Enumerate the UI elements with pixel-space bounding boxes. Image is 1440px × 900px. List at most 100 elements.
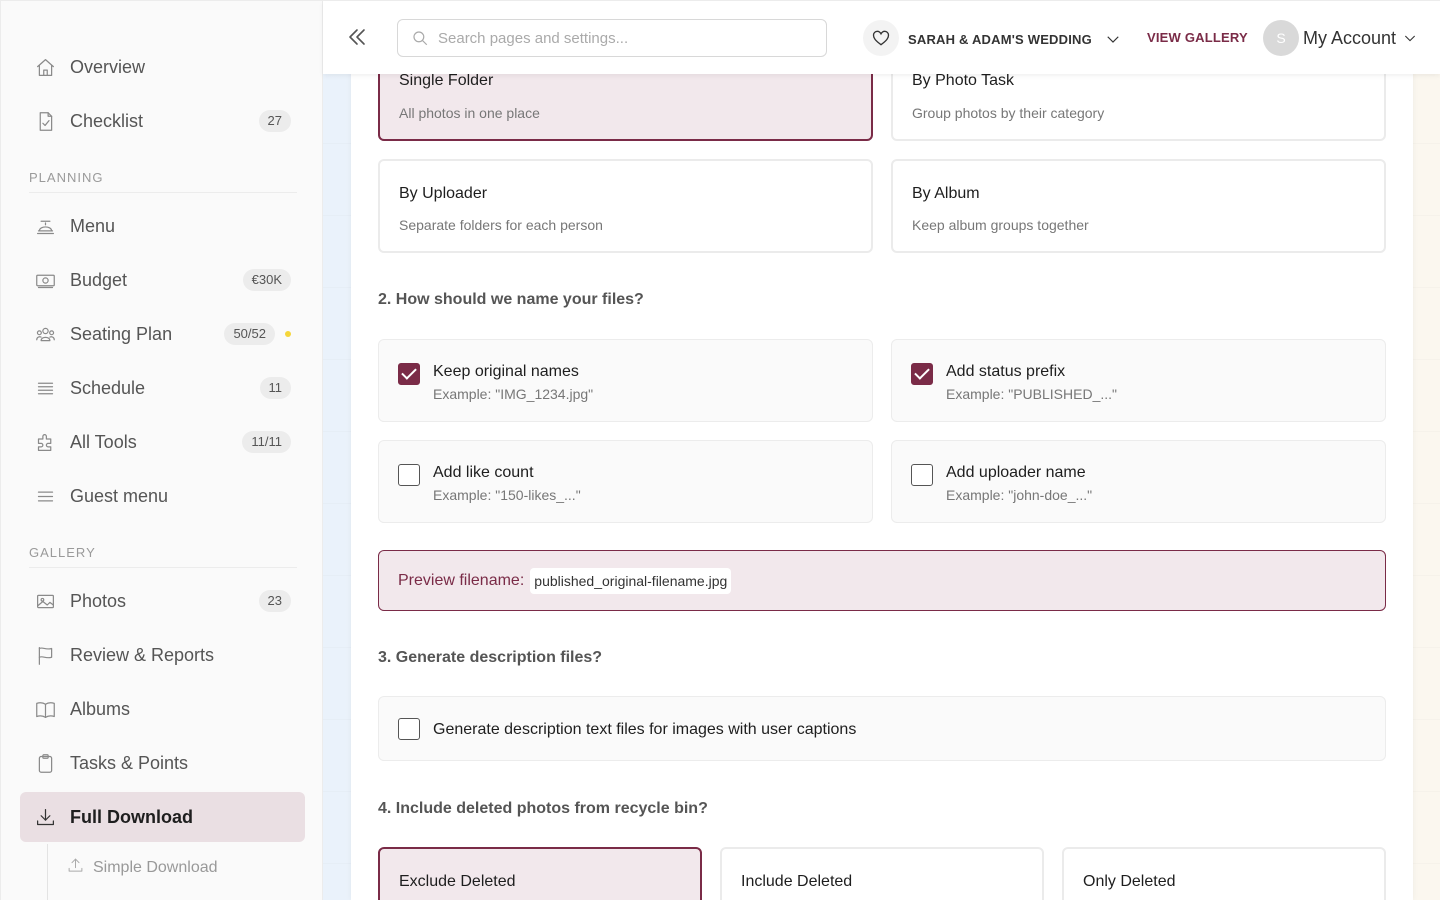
double-chevron-left-icon (349, 29, 365, 45)
schedule-badge: 11 (259, 377, 291, 399)
option-title: Include Deleted (741, 873, 853, 890)
option-by-uploader[interactable]: By Uploader Separate folders for each pe… (378, 159, 873, 253)
count-badge: 27 (258, 110, 291, 132)
checkbox-add-uploader-name[interactable]: Add uploader name Example: "john-doe_...… (891, 440, 1386, 523)
chevron-down-icon (1107, 36, 1119, 43)
sidebar-item-label: Schedule (70, 377, 146, 398)
option-title: Single Folder (399, 72, 494, 89)
question-deleted-photos: 4. Include deleted photos from recycle b… (378, 800, 708, 817)
sidebar-item-label: Checklist (70, 110, 144, 131)
event-selector[interactable]: SARAH & ADAM'S WEDDING (908, 30, 1122, 48)
sidebar-item-guest-menu[interactable]: Guest menu (20, 471, 305, 521)
seating-badge: 50/52 (224, 323, 275, 345)
option-exclude-deleted[interactable]: Exclude Deleted (378, 847, 702, 900)
sidebar-item-review-reports[interactable]: Review & Reports (20, 630, 305, 680)
collapse-sidebar-button[interactable] (345, 25, 371, 51)
sidebar-item-albums[interactable]: Albums (20, 684, 305, 734)
checkbox-example: Example: "150-likes_..." (433, 487, 581, 503)
sidebar-item-label: Albums (70, 698, 131, 719)
sidebar-item-overview[interactable]: Overview (20, 42, 305, 92)
search-input[interactable] (438, 29, 818, 47)
question-file-naming: 2. How should we name your files? (378, 291, 644, 308)
checkbox-add-status-prefix[interactable]: Add status prefix Example: "PUBLISHED_..… (891, 339, 1386, 422)
option-include-deleted[interactable]: Include Deleted (720, 847, 1044, 900)
event-name-label: SARAH & ADAM'S WEDDING (908, 31, 1092, 47)
sidebar-item-tasks-points[interactable]: Tasks & Points (20, 738, 305, 788)
checkbox-keep-original-names[interactable]: Keep original names Example: "IMG_1234.j… (378, 339, 873, 422)
sidebar-item-label: Overview (70, 56, 146, 77)
option-title: By Uploader (399, 185, 488, 202)
albums-icon (33, 697, 57, 721)
seating-icon (33, 322, 57, 346)
favorite-button[interactable] (863, 20, 899, 56)
checkbox-label: Generate description text files for imag… (433, 721, 857, 738)
tools-badge: 11/11 (242, 431, 291, 453)
tools-icon (33, 430, 57, 454)
flag-icon (33, 643, 57, 667)
checkbox-add-like-count[interactable]: Add like count Example: "150-likes_..." (378, 440, 873, 523)
checkbox-label: Add uploader name (946, 464, 1086, 481)
sidebar-item-label: All Tools (70, 431, 137, 452)
budget-icon (33, 268, 57, 292)
checkbox-generate-description-files[interactable]: Generate description text files for imag… (378, 696, 1386, 761)
sidebar-item-label: Seating Plan (70, 323, 173, 344)
checkbox[interactable] (398, 363, 420, 385)
budget-badge: €30K (242, 269, 291, 291)
sidebar-subitem-label: Simple Download (93, 859, 218, 876)
sidebar-item-menu[interactable]: Menu (20, 201, 305, 251)
option-by-album[interactable]: By Album Keep album groups together (891, 159, 1386, 253)
option-only-deleted[interactable]: Only Deleted (1062, 847, 1386, 900)
sidebar: Overview Checklist 27 PLANNING Menu Budg… (0, 0, 323, 900)
sidebar-item-label: Budget (70, 269, 128, 290)
sidebar-item-checklist[interactable]: Checklist 27 (20, 96, 305, 146)
sidebar-item-budget[interactable]: Budget €30K (20, 255, 305, 305)
option-subtitle: Keep album groups together (912, 217, 1089, 233)
sidebar-item-label: Menu (70, 215, 116, 236)
option-title: By Album (912, 185, 980, 202)
checkbox[interactable] (911, 363, 933, 385)
checkbox[interactable] (398, 464, 420, 486)
account-menu[interactable]: S My Account (1263, 20, 1418, 56)
option-subtitle: Group photos by their category (912, 105, 1105, 121)
photos-icon (33, 589, 57, 613)
menu-food-icon (33, 214, 57, 238)
preview-value: published_original-filename.jpg (530, 567, 732, 594)
search-box (397, 19, 827, 57)
option-subtitle: All photos in one place (399, 105, 540, 121)
sidebar-item-photos[interactable]: Photos 23 (20, 576, 305, 626)
section-title-planning: PLANNING (29, 170, 297, 193)
option-title: By Photo Task (912, 72, 1014, 89)
sidebar-item-full-download[interactable]: Full Download (20, 792, 305, 842)
top-bar: SARAH & ADAM'S WEDDING VIEW GALLERY S My… (323, 0, 1440, 74)
sidebar-item-all-tools[interactable]: All Tools 11/11 (20, 417, 305, 467)
checkbox[interactable] (911, 464, 933, 486)
photos-badge: 23 (258, 590, 291, 612)
checkbox[interactable] (398, 718, 420, 740)
account-label: My Account (1303, 27, 1397, 48)
section-title-gallery: GALLERY (29, 545, 297, 568)
clipboard-icon (33, 751, 57, 775)
chevron-down-icon (1405, 35, 1416, 42)
schedule-icon (33, 376, 57, 400)
checkbox-example: Example: "john-doe_..." (946, 487, 1093, 503)
sidebar-item-label: Full Download (70, 806, 193, 827)
sidebar-item-label: Tasks & Points (70, 752, 189, 773)
checkbox-example: Example: "PUBLISHED_..." (946, 386, 1118, 402)
sidebar-item-schedule[interactable]: Schedule 11 (20, 363, 305, 413)
sidebar-item-seating-plan[interactable]: Seating Plan 50/52 (20, 309, 305, 359)
option-subtitle: Separate folders for each person (399, 217, 603, 233)
heart-icon (872, 30, 890, 46)
question-description-files: 3. Generate description files? (378, 649, 603, 666)
upload-icon (67, 857, 93, 879)
checkbox-label: Keep original names (433, 363, 579, 380)
guest-menu-icon (33, 484, 57, 508)
submenu-line (47, 844, 48, 900)
checkbox-example: Example: "IMG_1234.jpg" (433, 386, 594, 402)
avatar: S (1263, 20, 1299, 56)
download-icon (33, 805, 57, 829)
view-gallery-link[interactable]: VIEW GALLERY (1147, 30, 1248, 45)
preview-filename: Preview filename: published_original-fil… (378, 550, 1386, 611)
sidebar-subitem-simple-download[interactable]: Simple Download (67, 851, 218, 885)
status-dot (285, 331, 291, 337)
checkbox-label: Add like count (433, 464, 534, 481)
